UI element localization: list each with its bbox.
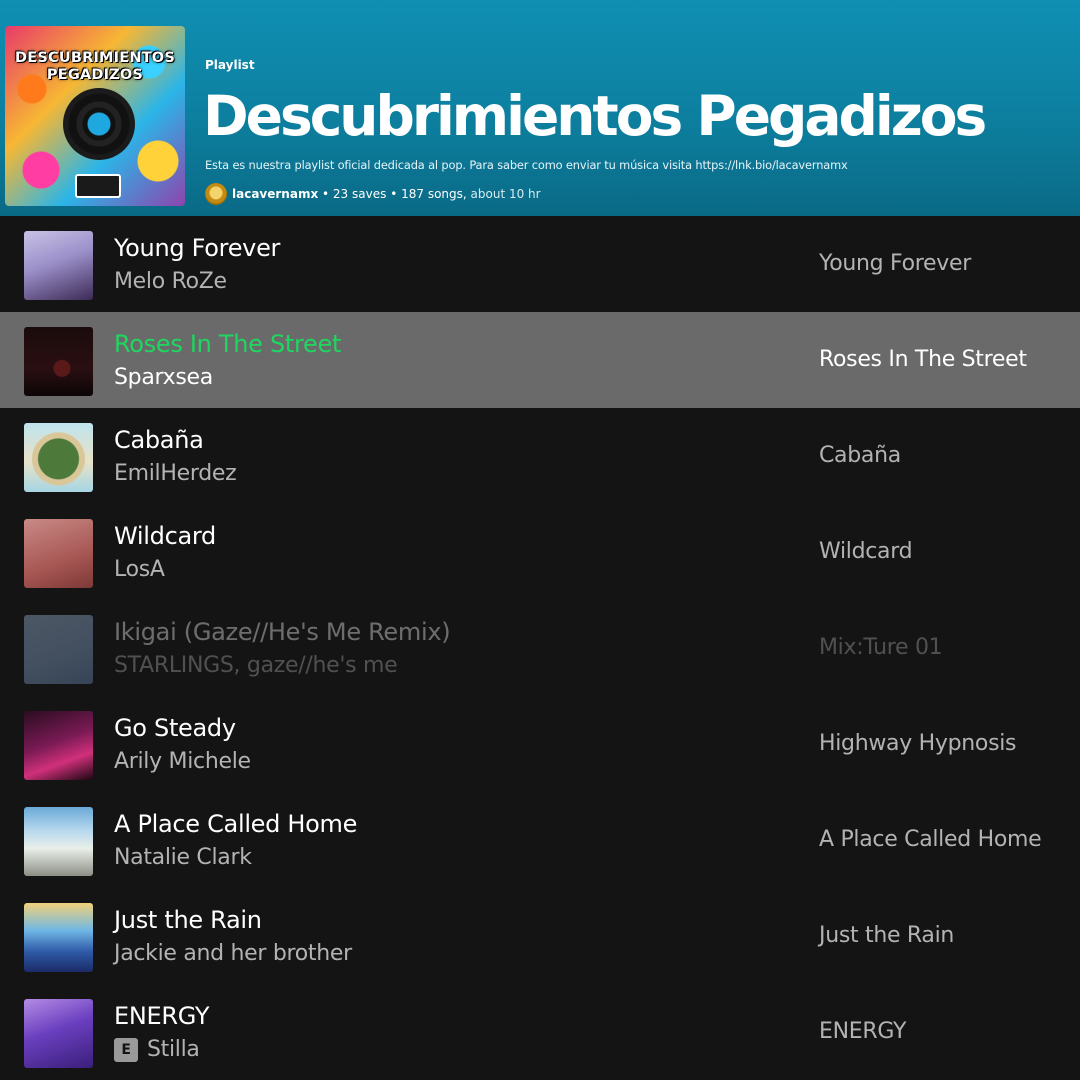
artist-link[interactable]: Jackie and her brother [114, 940, 352, 968]
track-album[interactable]: Young Forever [819, 249, 971, 279]
artist-link[interactable]: Stilla [147, 1036, 200, 1064]
owner-link[interactable]: lacavernamx [232, 187, 318, 201]
track-title[interactable]: Roses In The Street [114, 329, 341, 359]
track-title[interactable]: Just the Rain [114, 905, 262, 935]
track-row[interactable]: Go Steady Arily Michele Highway Hypnosis [0, 696, 1080, 792]
cover-logo-badge [75, 174, 121, 198]
album-art-image[interactable] [24, 903, 93, 972]
track-artist: Jackie and her brother [114, 940, 352, 968]
meta-separator: • [322, 187, 330, 201]
playlist-header: DESCUBRIMIENTOS PEGADIZOS Playlist Descu… [0, 0, 1080, 216]
artist-link[interactable]: Natalie Clark [114, 844, 252, 872]
track-album[interactable]: ENERGY [819, 1017, 906, 1047]
album-art-image[interactable] [24, 231, 93, 300]
track-artist: EmilHerdez [114, 460, 237, 488]
cover-title-text: DESCUBRIMIENTOS PEGADIZOS [15, 50, 175, 83]
album-art-image[interactable] [24, 615, 93, 684]
track-artist: LosA [114, 556, 165, 584]
track-row[interactable]: Roses In The Street Sparxsea Roses In The … [0, 312, 1080, 408]
track-title[interactable]: Ikigai (Gaze//He's Me Remix) [114, 617, 451, 647]
album-art-image[interactable] [24, 519, 93, 588]
track-title[interactable]: Cabaña [114, 425, 204, 455]
track-row[interactable]: Ikigai (Gaze//He's Me Remix) STARLINGS, g… [0, 600, 1080, 696]
track-album[interactable]: Mix:Ture 01 [819, 633, 943, 663]
track-row[interactable]: A Place Called Home Natalie Clark A Place … [0, 792, 1080, 888]
track-title[interactable]: ENERGY [114, 1001, 210, 1031]
artist-link[interactable]: Sparxsea [114, 364, 213, 392]
track-title[interactable]: Go Steady [114, 713, 236, 743]
track-artist: E Stilla [114, 1036, 200, 1064]
songs-count: 187 songs, [401, 187, 467, 201]
track-row[interactable]: Young Forever Melo RoZe Young Forever [0, 216, 1080, 312]
track-row[interactable]: Wildcard LosA Wildcard [0, 504, 1080, 600]
track-album[interactable]: Just the Rain [819, 921, 954, 951]
playlist-meta: lacavernamx • 23 saves • 187 songs, abou… [205, 183, 541, 205]
saves-count: 23 saves [332, 187, 387, 201]
track-album[interactable]: Wildcard [819, 537, 913, 567]
meta-separator: • [390, 187, 398, 201]
playlist-duration: about 10 hr [470, 187, 541, 201]
owner-avatar[interactable] [205, 183, 227, 205]
track-artist: Arily Michele [114, 748, 251, 776]
track-album[interactable]: A Place Called Home [819, 825, 1042, 855]
track-artist: Sparxsea [114, 364, 213, 392]
vinyl-record-icon [63, 88, 135, 160]
track-artist: STARLINGS, gaze//he's me [114, 652, 398, 680]
artist-link[interactable]: STARLINGS, gaze//he's me [114, 652, 398, 680]
album-art-image[interactable] [24, 807, 93, 876]
album-art-image[interactable] [24, 423, 93, 492]
playlist-cover-image[interactable]: DESCUBRIMIENTOS PEGADIZOS [5, 26, 185, 206]
track-album[interactable]: Highway Hypnosis [819, 729, 1017, 759]
track-album[interactable]: Roses In The Street [819, 345, 1027, 375]
album-art-image[interactable] [24, 327, 93, 396]
track-row[interactable]: Just the Rain Jackie and her brother Just … [0, 888, 1080, 984]
artist-link[interactable]: EmilHerdez [114, 460, 237, 488]
track-title[interactable]: Young Forever [114, 233, 280, 263]
track-artist: Melo RoZe [114, 268, 227, 296]
track-title[interactable]: Wildcard [114, 521, 216, 551]
playlist-type-label: Playlist [205, 58, 255, 72]
album-art-image[interactable] [24, 711, 93, 780]
playlist-description: Esta es nuestra playlist oficial dedicad… [205, 158, 848, 172]
track-row[interactable]: ENERGY E Stilla ENERGY [0, 984, 1080, 1080]
track-album[interactable]: Cabaña [819, 441, 901, 471]
track-title[interactable]: A Place Called Home [114, 809, 357, 839]
playlist-title[interactable]: Descubrimientos Pegadizos [203, 80, 987, 152]
artist-link[interactable]: Melo RoZe [114, 268, 227, 296]
track-row[interactable]: Cabaña EmilHerdez Cabaña [0, 408, 1080, 504]
explicit-badge: E [114, 1038, 138, 1062]
artist-link[interactable]: LosA [114, 556, 165, 584]
artist-link[interactable]: Arily Michele [114, 748, 251, 776]
album-art-image[interactable] [24, 999, 93, 1068]
track-artist: Natalie Clark [114, 844, 252, 872]
